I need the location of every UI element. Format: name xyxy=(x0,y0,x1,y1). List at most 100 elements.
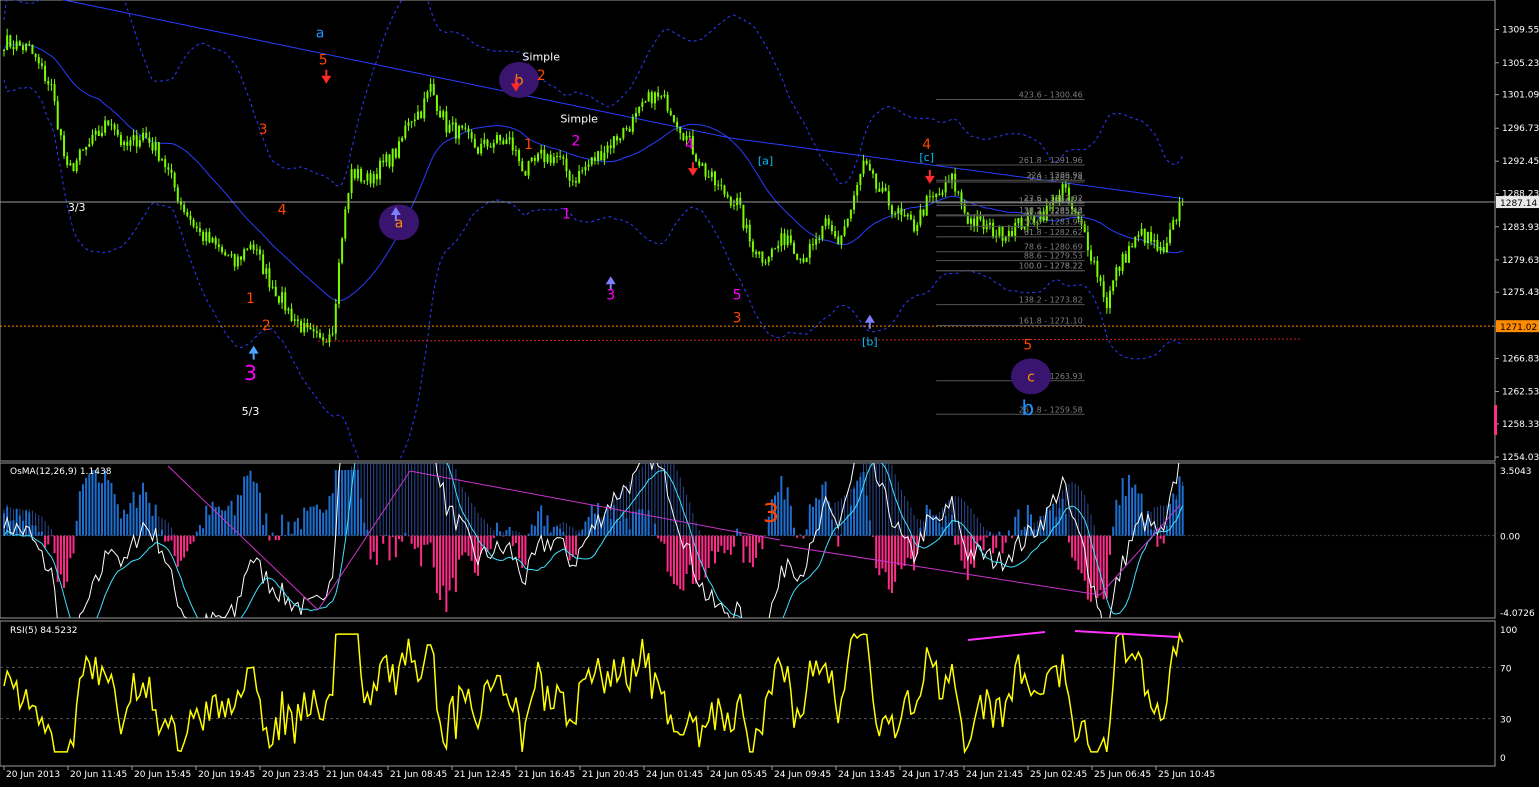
candle-body xyxy=(107,120,110,126)
candle-body xyxy=(300,320,303,333)
candle-body xyxy=(116,129,119,136)
candle-body xyxy=(846,218,849,227)
candle-body xyxy=(473,138,476,148)
candle-body xyxy=(186,211,189,216)
candle-body xyxy=(334,303,337,334)
candle-body xyxy=(432,84,435,96)
candle-body xyxy=(739,197,742,205)
candle-body xyxy=(726,194,729,197)
candle-body xyxy=(597,151,600,161)
candle-body xyxy=(631,116,634,132)
candle-body xyxy=(56,101,59,130)
osma-tick-label: -4.0726 xyxy=(1500,609,1535,619)
candle-body xyxy=(982,219,985,229)
candle-body xyxy=(312,329,315,332)
candle-body xyxy=(66,155,69,166)
candle-body xyxy=(1011,231,1014,236)
osma-tick-label: 0.00 xyxy=(1500,533,1520,543)
candle-body xyxy=(935,193,938,197)
candle-body xyxy=(230,254,233,256)
candle-body xyxy=(18,41,21,46)
trading-chart[interactable]: 423.6 - 1300.46261.8 - 1291.96224 - 1289… xyxy=(0,0,1539,787)
candle-body xyxy=(426,91,429,99)
candle-body xyxy=(710,171,713,177)
osma-macd-line xyxy=(3,463,1184,618)
candle-body xyxy=(350,169,353,194)
time-tick-label: 21 Jun 04:45 xyxy=(326,770,383,780)
candle-body xyxy=(34,53,37,58)
osma-title: OsMA(12,26,9) 1.1438 xyxy=(10,467,112,477)
fibo-label: 78.6 - 1280.69 xyxy=(1024,243,1083,252)
candle-body xyxy=(707,176,710,178)
candle-body xyxy=(277,296,280,303)
candle-body xyxy=(151,142,154,151)
buy-arrow-icon xyxy=(248,345,259,354)
candle-body xyxy=(119,135,122,146)
candle-body xyxy=(944,181,947,193)
candle-body xyxy=(268,268,271,288)
candle-body xyxy=(619,138,622,141)
candle-body xyxy=(445,111,448,133)
candle-body xyxy=(622,128,625,139)
candle-body xyxy=(249,244,252,249)
fibo-label: 88.6 - 1279.53 xyxy=(1024,252,1083,261)
candle-body xyxy=(1162,246,1165,253)
candle-body xyxy=(1001,226,1004,241)
candle-body xyxy=(954,173,957,192)
candle-body xyxy=(635,112,637,117)
candle-body xyxy=(85,146,88,150)
sell-arrow-icon xyxy=(924,175,935,184)
candle-body xyxy=(157,142,160,161)
candle-body xyxy=(894,213,897,215)
wave-label: 2 xyxy=(571,133,580,149)
candle-body xyxy=(189,215,192,220)
candle-body xyxy=(435,95,438,111)
candle-body xyxy=(856,184,859,196)
osma-tick-label: 3.5043 xyxy=(1500,467,1532,477)
candle-body xyxy=(951,173,953,183)
candle-body xyxy=(439,110,442,118)
osma-signal-line xyxy=(3,463,1180,618)
candle-body xyxy=(356,168,359,179)
candle-body xyxy=(1064,184,1067,188)
candle-body xyxy=(258,249,261,255)
candle-body xyxy=(783,233,786,245)
candle-body xyxy=(391,148,394,167)
candle-body xyxy=(884,187,887,192)
candle-body xyxy=(742,204,745,229)
candle-body xyxy=(932,196,935,198)
candle-body xyxy=(132,135,135,141)
candle-body xyxy=(676,121,679,127)
candle-body xyxy=(868,163,871,171)
candle-body xyxy=(78,149,81,161)
candle-body xyxy=(347,193,350,210)
candle-body xyxy=(25,43,28,51)
candle-body xyxy=(796,253,799,260)
candle-body xyxy=(729,196,732,206)
candle-body xyxy=(477,147,479,154)
candle-body xyxy=(75,160,78,172)
candle-body xyxy=(97,130,100,136)
candle-body xyxy=(508,137,511,140)
time-tick-label: 24 Jun 09:45 xyxy=(774,770,831,780)
candle-body xyxy=(559,155,562,157)
candle-body xyxy=(205,232,208,242)
candle-body xyxy=(1131,246,1134,248)
candle-body xyxy=(922,209,925,216)
candle-body xyxy=(887,191,890,206)
candle-body xyxy=(748,224,751,242)
candle-body xyxy=(1165,242,1168,253)
candle-body xyxy=(644,101,647,103)
candle-body xyxy=(764,262,767,264)
candle-body xyxy=(211,238,214,243)
candle-body xyxy=(331,333,334,335)
rsi-pane xyxy=(0,620,1496,767)
candle-body xyxy=(992,222,995,238)
candle-body xyxy=(593,157,596,161)
osma-divergence-line xyxy=(779,544,1101,596)
candle-body xyxy=(1004,237,1007,241)
candle-body xyxy=(755,251,758,255)
candle-body xyxy=(21,45,24,51)
candle-body xyxy=(274,286,277,297)
candle-body xyxy=(701,163,704,166)
